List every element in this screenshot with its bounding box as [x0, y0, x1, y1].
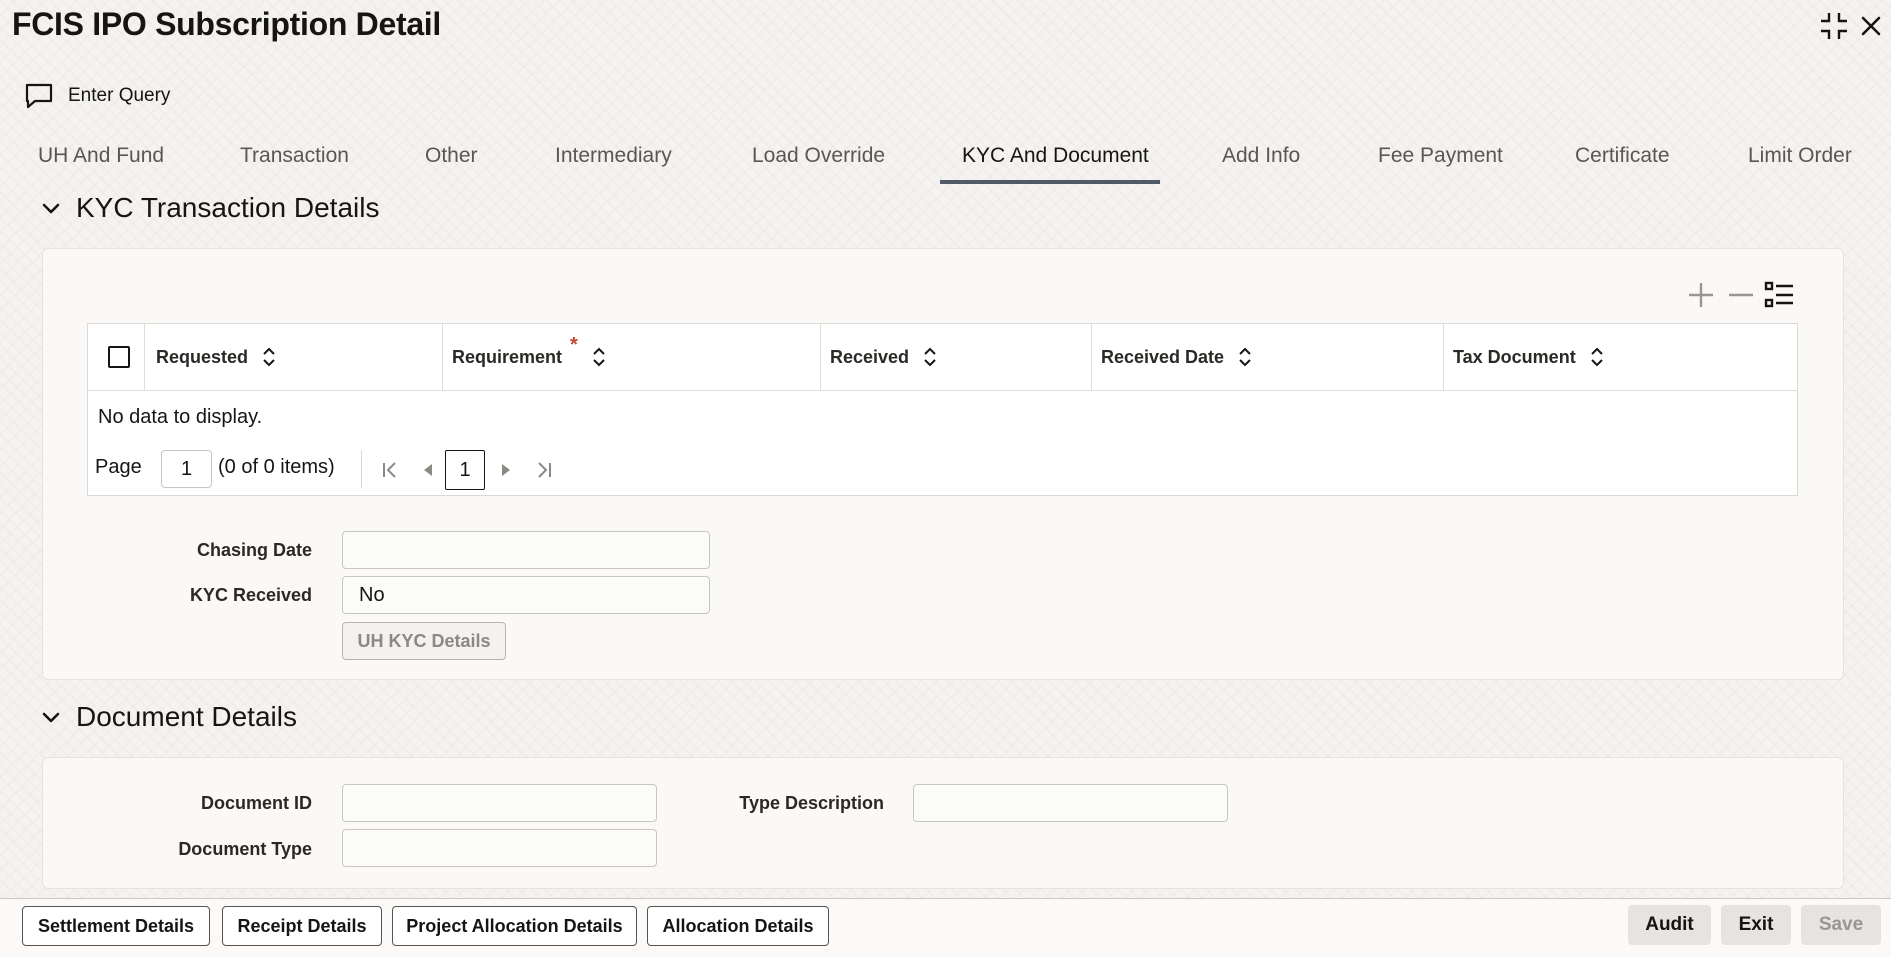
close-icon — [1861, 16, 1881, 36]
document-type-label: Document Type — [178, 839, 312, 859]
save-button[interactable]: Save — [1801, 905, 1881, 945]
pager-page-label: Page — [95, 456, 142, 478]
type-description-label: Type Description — [739, 793, 884, 813]
chasing-date-label: Chasing Date — [196, 540, 312, 560]
uh-kyc-details-button[interactable]: UH KYC Details — [342, 622, 506, 660]
page-title: FCIS IPO Subscription Detail — [12, 6, 441, 42]
document-id-input[interactable] — [342, 784, 657, 822]
caret-left-icon — [424, 464, 432, 476]
col-requirement-label: Requirement — [452, 346, 563, 367]
sort-icon[interactable] — [262, 347, 276, 367]
col-tax-document-label: Tax Document — [1453, 346, 1576, 367]
add-row-button[interactable] — [1684, 278, 1718, 312]
last-page-button[interactable] — [528, 454, 560, 486]
settlement-details-button[interactable]: Settlement Details — [22, 906, 210, 946]
col-received-date-label: Received Date — [1101, 346, 1225, 367]
sort-icon[interactable] — [1590, 347, 1604, 367]
col-requested-label: Requested — [156, 346, 249, 367]
col-received-label: Received — [830, 346, 910, 367]
document-id-label: Document ID — [200, 793, 312, 813]
document-section-title: Document Details — [76, 701, 297, 732]
kyc-section-title: KYC Transaction Details — [76, 192, 380, 223]
document-section-header[interactable]: Document Details — [40, 701, 297, 733]
tab-limit-order[interactable]: Limit Order — [1748, 144, 1852, 168]
remove-row-button[interactable] — [1724, 278, 1758, 312]
sort-icon[interactable] — [592, 347, 606, 367]
tab-transaction[interactable]: Transaction — [240, 144, 349, 168]
document-type-input[interactable] — [342, 829, 657, 867]
chasing-date-input[interactable] — [342, 531, 710, 569]
type-description-input[interactable] — [913, 784, 1228, 822]
minus-icon — [1729, 293, 1753, 297]
audit-button[interactable]: Audit — [1628, 905, 1711, 945]
first-page-button[interactable] — [374, 454, 406, 486]
tab-kyc-and-document[interactable]: KYC And Document — [962, 144, 1149, 168]
sort-icon[interactable] — [1238, 347, 1252, 367]
col-requested[interactable]: Requested — [156, 324, 276, 390]
empty-message: No data to display. — [98, 406, 263, 428]
list-icon — [1764, 281, 1793, 308]
required-mark: * — [570, 333, 578, 356]
current-page-button[interactable]: 1 — [445, 450, 485, 490]
kyc-grid: Requested Requirement * Received Receive… — [87, 323, 1798, 496]
close-button[interactable] — [1853, 8, 1889, 44]
first-page-icon — [383, 462, 396, 478]
sort-icon[interactable] — [923, 347, 937, 367]
next-page-button[interactable] — [490, 454, 522, 486]
chevron-down-icon — [42, 712, 60, 723]
tab-add-info[interactable]: Add Info — [1222, 144, 1300, 168]
plus-icon — [1689, 283, 1713, 307]
project-allocation-details-button[interactable]: Project Allocation Details — [392, 906, 637, 946]
col-requirement[interactable]: Requirement * — [452, 324, 606, 390]
tab-certificate[interactable]: Certificate — [1575, 144, 1670, 168]
kyc-received-label: KYC Received — [189, 585, 312, 605]
tab-bar: UH And Fund Transaction Other Intermedia… — [0, 128, 1891, 184]
active-tab-indicator — [940, 180, 1160, 184]
document-panel — [42, 757, 1844, 889]
select-all-checkbox[interactable] — [108, 324, 130, 390]
kyc-received-field[interactable]: No — [342, 576, 710, 614]
list-view-button[interactable] — [1762, 278, 1796, 312]
tab-intermediary[interactable]: Intermediary — [555, 144, 672, 168]
caret-right-icon — [502, 464, 510, 476]
last-page-icon — [538, 462, 551, 478]
enter-query-label: Enter Query — [68, 85, 171, 106]
tab-fee-payment[interactable]: Fee Payment — [1378, 144, 1503, 168]
collapse-button[interactable] — [1816, 8, 1852, 44]
pager-items-count: (0 of 0 items) — [218, 456, 335, 478]
chevron-down-icon — [42, 203, 60, 214]
comment-icon — [25, 83, 53, 109]
collapse-icon — [1821, 13, 1847, 39]
tab-load-override[interactable]: Load Override — [752, 144, 885, 168]
col-received[interactable]: Received — [830, 324, 937, 390]
grid-header: Requested Requirement * Received Receive… — [88, 324, 1797, 391]
col-received-date[interactable]: Received Date — [1101, 324, 1252, 390]
tab-uh-and-fund[interactable]: UH And Fund — [38, 144, 164, 168]
page-input[interactable]: 1 — [161, 450, 212, 488]
col-tax-document[interactable]: Tax Document — [1453, 324, 1604, 390]
prev-page-button[interactable] — [412, 454, 444, 486]
kyc-section-header[interactable]: KYC Transaction Details — [40, 192, 379, 224]
receipt-details-button[interactable]: Receipt Details — [222, 906, 382, 946]
allocation-details-button[interactable]: Allocation Details — [647, 906, 829, 946]
enter-query-button[interactable]: Enter Query — [24, 78, 170, 114]
tab-other[interactable]: Other — [425, 144, 478, 168]
exit-button[interactable]: Exit — [1721, 905, 1791, 945]
